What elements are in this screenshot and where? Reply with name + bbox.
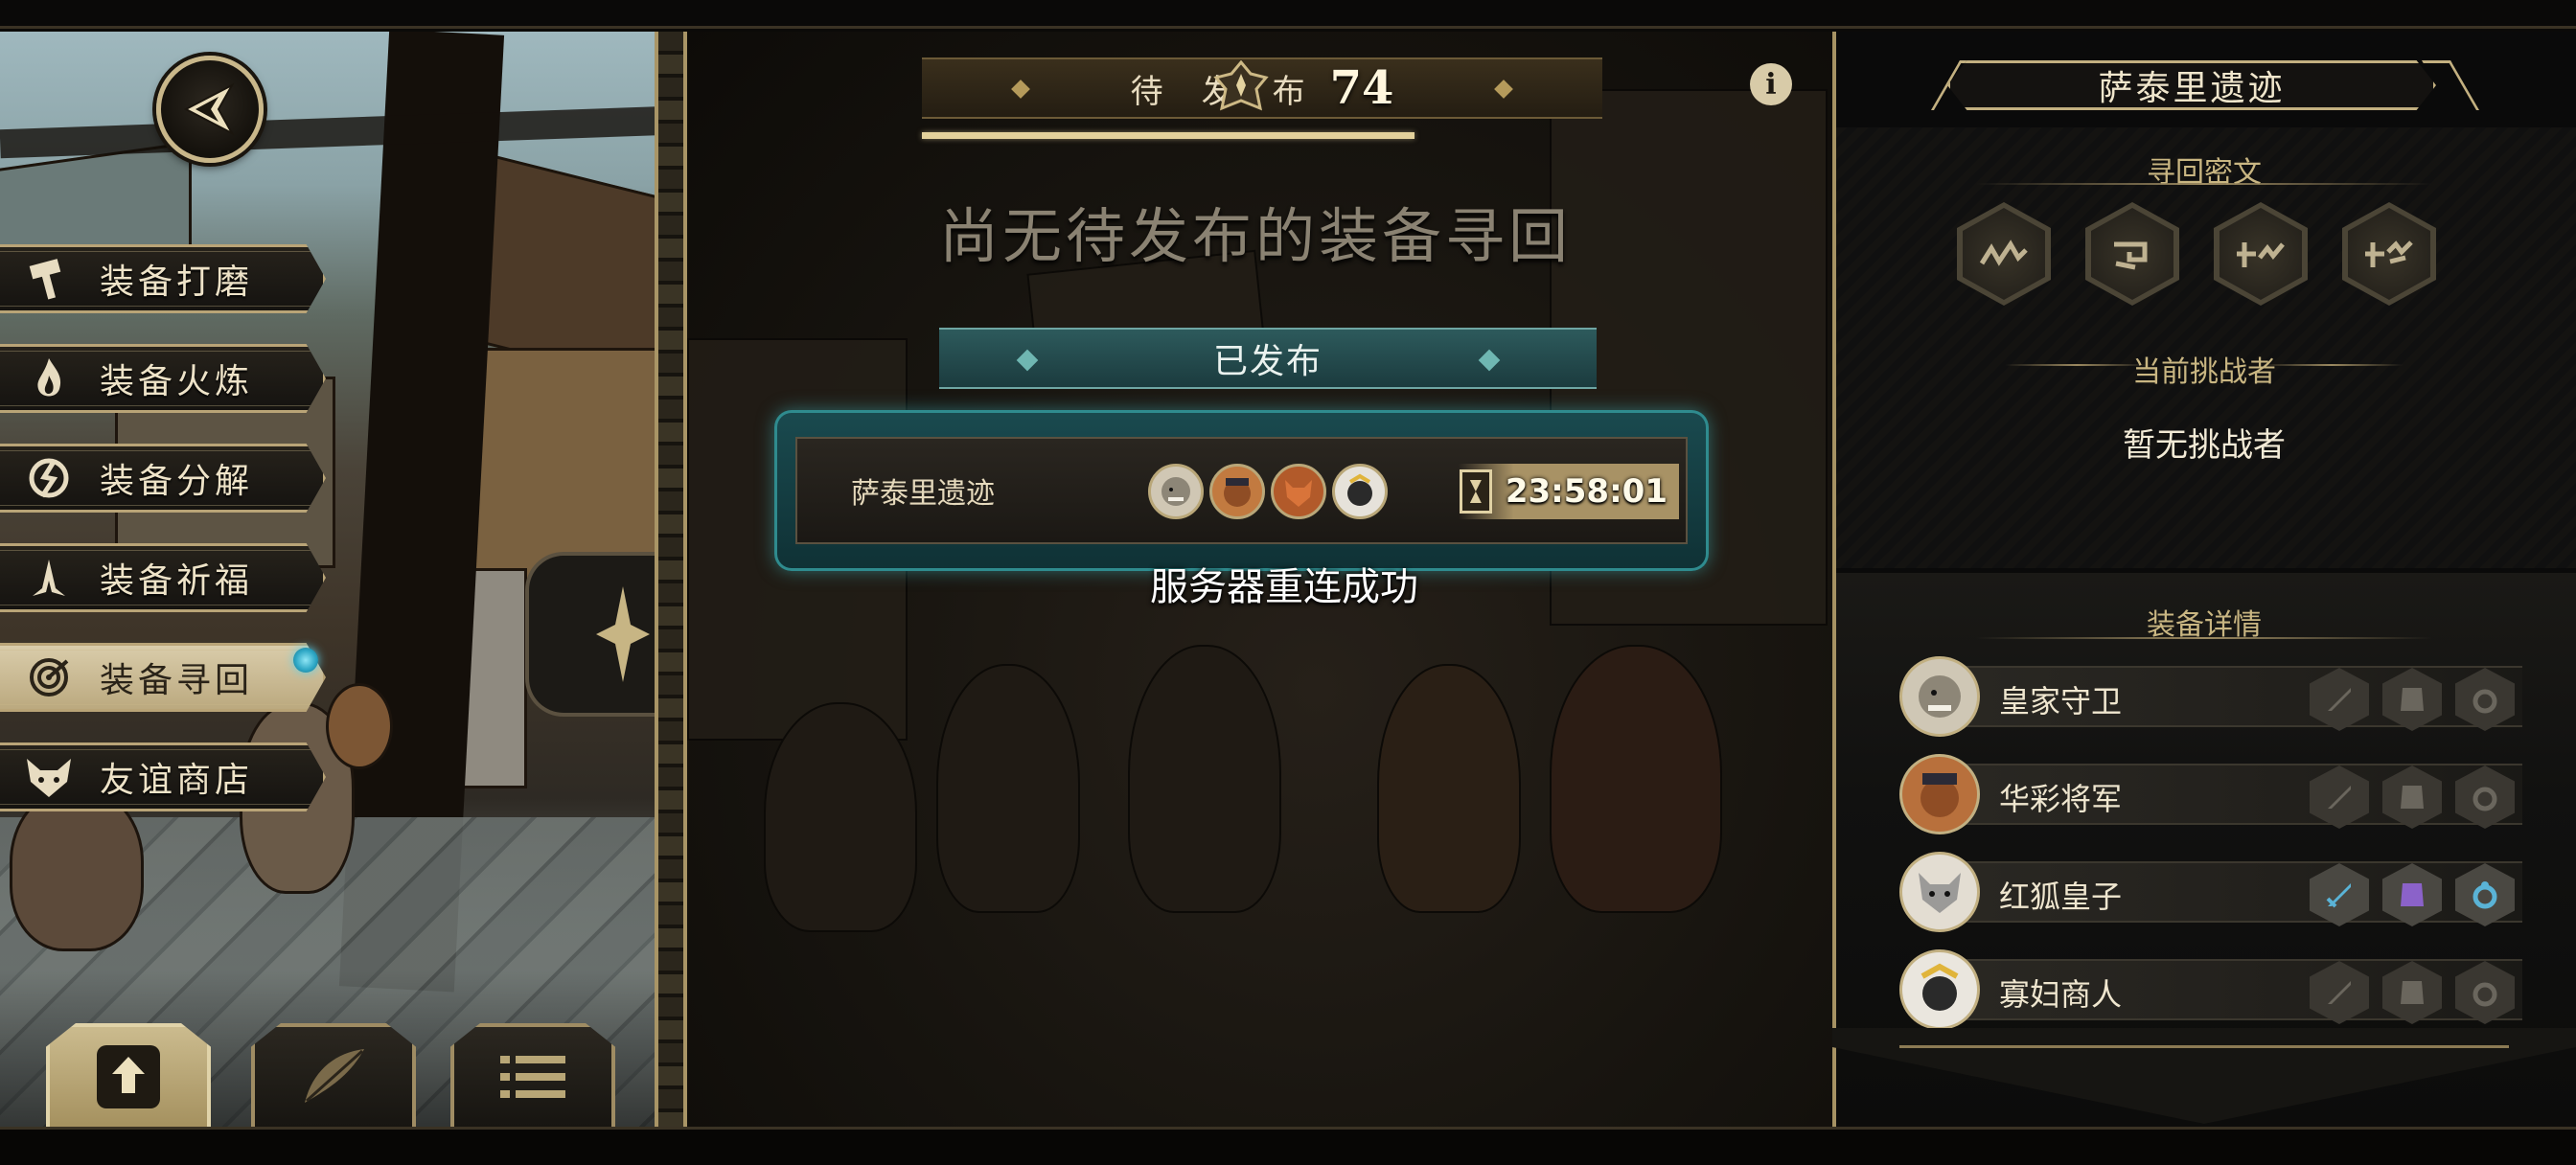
rune-cross-wave-icon (2365, 240, 2413, 267)
critter-shape (10, 788, 144, 951)
back-arrow-icon (183, 82, 235, 136)
list-icon (500, 1056, 565, 1098)
side-tab-handle[interactable] (525, 552, 659, 717)
equip-row[interactable]: 皇家守卫 (1899, 651, 2522, 739)
menu-item-forge[interactable]: 装备火炼 (0, 344, 326, 413)
widow-avatar-icon (1332, 464, 1388, 519)
menu-item-retrieve[interactable]: 装备寻回 (0, 643, 326, 712)
rune-slot[interactable] (2214, 202, 2308, 306)
figure-shape (1550, 645, 1722, 913)
menu-label: 装备打磨 (100, 263, 254, 302)
target-icon (15, 649, 82, 706)
diamond-ornament (1011, 80, 1030, 99)
diamond-ornament (1494, 80, 1513, 99)
rune-hook-icon (2114, 241, 2148, 270)
hero-name: 寡妇商人 (1999, 976, 2123, 1013)
top-bar (0, 0, 2576, 29)
pending-emblem-icon (1211, 59, 1271, 115)
bottom-bar (0, 1127, 2576, 1165)
prince-avatar-icon (1899, 852, 1980, 932)
publish-button[interactable] (46, 1023, 211, 1131)
figure-shape (936, 664, 1080, 913)
menu-item-polish[interactable]: 装备打磨 (0, 244, 326, 313)
equip-row[interactable]: 红狐皇子 (1899, 846, 2522, 934)
hero-name: 红狐皇子 (1999, 879, 2123, 915)
break-icon (15, 449, 82, 507)
rune-zigzag-icon (1979, 240, 2028, 266)
hero-name: 华彩将军 (1999, 781, 2123, 817)
pending-tab-underline (922, 132, 1414, 139)
ornate-divider (655, 32, 687, 1127)
menu-item-bless[interactable]: 装备祈福 (0, 543, 326, 612)
timer-text: 23:58:01 (1505, 472, 1668, 511)
info-icon[interactable]: i (1750, 63, 1792, 105)
rune-row (1957, 202, 2436, 306)
widow-avatar-icon (1899, 949, 1980, 1030)
diamond-ornament (1016, 349, 1039, 372)
general-avatar-icon (1209, 464, 1265, 519)
star-emblem-icon (596, 586, 650, 682)
section-line (2260, 364, 2404, 366)
location-title: 萨泰里遗迹 (2098, 69, 2286, 108)
notification-dot (293, 648, 318, 673)
reconnect-toast: 服务器重连成功 (1150, 565, 1418, 609)
rune-cross-icon (2237, 242, 2285, 267)
figure-shape (1128, 645, 1281, 913)
feather-icon (305, 1049, 364, 1103)
fox-icon (15, 748, 82, 806)
figure-shape (764, 702, 917, 932)
hourglass-icon (1459, 469, 1492, 514)
pending-count: 74 (1329, 61, 1394, 115)
hero-name: 皇家守卫 (1999, 683, 2123, 720)
flame-icon (15, 350, 82, 407)
back-button[interactable] (156, 56, 264, 163)
figure-shape (1377, 664, 1521, 913)
menu-label: 装备火炼 (100, 362, 254, 401)
published-quest-card[interactable]: 萨泰里遗迹 23:58:01 (774, 410, 1709, 571)
menu-label: 装备分解 (100, 462, 254, 501)
quest-name: 萨泰里遗迹 (851, 477, 995, 511)
rune-slot[interactable] (2085, 202, 2179, 306)
menu-label: 友谊商店 (100, 761, 254, 800)
prince-avatar-icon (1271, 464, 1326, 519)
general-avatar-icon (1899, 754, 1980, 834)
rune-slot[interactable] (2342, 202, 2436, 306)
upload-icon (97, 1045, 160, 1108)
right-panel: 萨泰里遗迹 寻回密文 当前挑战者 暂无挑战者 装备详情 皇家守卫 华彩将军 红狐… (1832, 32, 2576, 1127)
published-label: 已发布 (1212, 342, 1322, 381)
quest-avatars (1148, 464, 1388, 519)
quest-timer: 23:58:01 (1459, 464, 1679, 519)
panel-bottom-line (1899, 1045, 2509, 1048)
feather-button[interactable] (251, 1023, 416, 1131)
list-button[interactable] (450, 1023, 615, 1131)
quest-card-inner: 萨泰里遗迹 23:58:01 (795, 437, 1688, 544)
challenger-heading: 当前挑战者 (2132, 355, 2276, 389)
empty-state-title: 尚无待发布的装备寻回 (938, 201, 1572, 271)
critter-shape (326, 683, 393, 769)
diamond-ornament (1478, 349, 1501, 372)
guard-avatar-icon (1148, 464, 1204, 519)
menu-item-dismantle[interactable]: 装备分解 (0, 444, 326, 513)
published-section-header: 已发布 (939, 328, 1597, 389)
challenger-value: 暂无挑战者 (2123, 426, 2286, 465)
equip-row[interactable]: 寡妇商人 (1899, 944, 2522, 1032)
rune-slot[interactable] (1957, 202, 2051, 306)
menu-label: 装备寻回 (100, 661, 254, 700)
guard-avatar-icon (1899, 656, 1980, 737)
hammer-icon (15, 250, 82, 308)
beam-shape (0, 105, 656, 159)
location-title-plate: 萨泰里遗迹 (1947, 60, 2436, 110)
menu-label: 装备祈福 (100, 561, 254, 601)
menu-item-friend-shop[interactable]: 友谊商店 (0, 742, 326, 811)
section-line (1976, 637, 2432, 639)
pray-icon (15, 549, 82, 606)
equip-row[interactable]: 华彩将军 (1899, 748, 2522, 836)
section-line (1976, 183, 2432, 185)
